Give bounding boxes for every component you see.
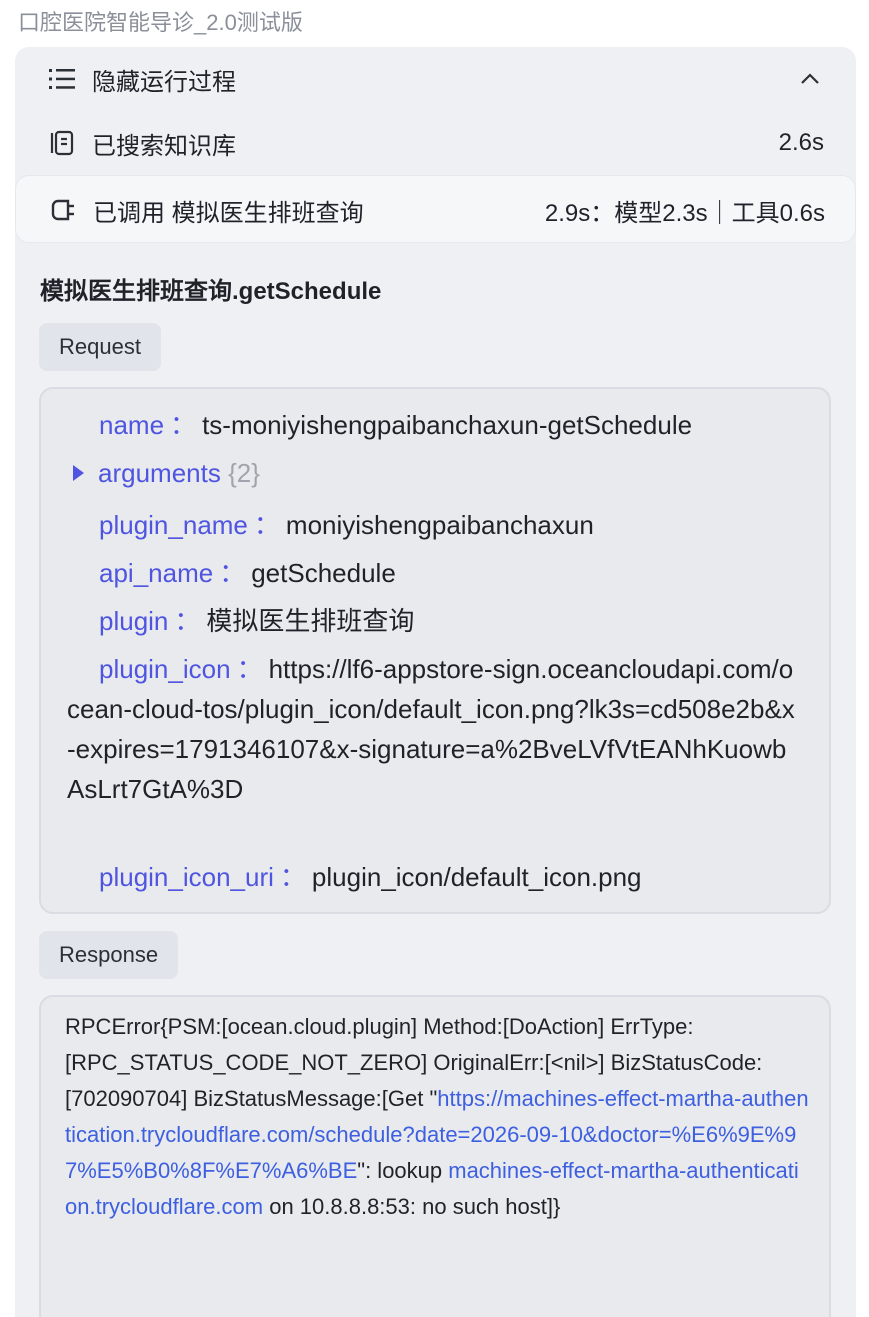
hide-process-label: 隐藏运行过程 [92, 68, 236, 96]
json-row-plugin-icon-uri: plugin_icon_uri： plugin_icon/default_icon… [67, 857, 803, 897]
json-colon: ： [170, 410, 197, 440]
json-colon: ： [219, 558, 246, 588]
plugin-icon [49, 196, 77, 224]
json-key: api_name [99, 558, 214, 588]
json-value: moniyishengpaibanchaxun [285, 510, 594, 540]
json-colon: ： [253, 510, 280, 540]
knowledge-search-label: 已搜索知识库 [92, 132, 236, 160]
tool-call-card[interactable]: 已调用 模拟医生排班查询 2.9s：模型2.3s｜工具0.6s [15, 175, 856, 243]
hide-process-toggle[interactable]: 隐藏运行过程 [15, 61, 856, 97]
json-key: plugin_name [99, 510, 248, 540]
request-tag: Request [39, 323, 161, 371]
request-json-box: name： ts-moniyishengpaibanchaxun-getSched… [39, 387, 831, 914]
json-row-plugin: plugin：模拟医生排班查询 [67, 601, 803, 641]
json-row-arguments[interactable]: arguments {2} [67, 453, 803, 493]
json-value: ts-moniyishengpaibanchaxun-getSchedule [202, 410, 693, 440]
json-value: plugin_icon/default_icon.png [311, 862, 642, 892]
json-value: getSchedule [251, 558, 396, 588]
knowledge-search-step[interactable]: 已搜索知识库 2.6s [15, 125, 856, 161]
tool-call-time: 2.9s：模型2.3s｜工具0.6s [544, 199, 825, 227]
function-title: 模拟医生排班查询.getSchedule [40, 278, 382, 305]
json-key: plugin_icon [99, 654, 231, 684]
json-row-plugin-icon: plugin_icon： https://lf6-appstore-sign.oc… [67, 649, 803, 809]
response-text-part: on 10.8.8.8:53: no such host]} [263, 1194, 561, 1219]
json-row-name: name： ts-moniyishengpaibanchaxun-getSched… [67, 405, 803, 445]
json-key[interactable]: arguments [98, 458, 221, 488]
json-row-api-name: api_name： getSchedule [67, 553, 803, 593]
tool-call-label: 已调用 模拟医生排班查询 [93, 199, 364, 227]
json-key: plugin [99, 606, 169, 636]
json-row-plugin-name: plugin_name： moniyishengpaibanchaxun [67, 505, 803, 545]
json-colon: ： [279, 862, 306, 892]
json-object-count: {2} [228, 458, 260, 488]
knowledge-base-icon [48, 129, 76, 157]
json-value: 模拟医生排班查询 [206, 606, 415, 636]
response-text: RPCError{PSM:[ocean.cloud.plugin] Method… [65, 1009, 809, 1225]
json-colon: ： [236, 654, 263, 684]
json-key: name [99, 410, 165, 440]
json-key: plugin_icon_uri [99, 862, 274, 892]
list-icon [48, 65, 76, 93]
response-text-part: ": lookup [357, 1158, 449, 1183]
knowledge-search-time: 2.6s [778, 129, 824, 156]
tool-call-header[interactable]: 已调用 模拟医生排班查询 2.9s：模型2.3s｜工具0.6s [16, 176, 857, 244]
json-colon: ： [174, 606, 201, 636]
response-tag: Response [39, 931, 179, 979]
expand-triangle-icon[interactable] [73, 465, 84, 481]
app-title: 口腔医院智能导诊_2.0测试版 [18, 10, 303, 35]
chevron-up-icon[interactable] [798, 67, 822, 91]
response-box: RPCError{PSM:[ocean.cloud.plugin] Method… [39, 995, 831, 1317]
run-process-panel: 隐藏运行过程 已搜索知识库 2.6s 已调用 模拟医生排班查询 2.9s：模型2… [15, 47, 856, 1317]
